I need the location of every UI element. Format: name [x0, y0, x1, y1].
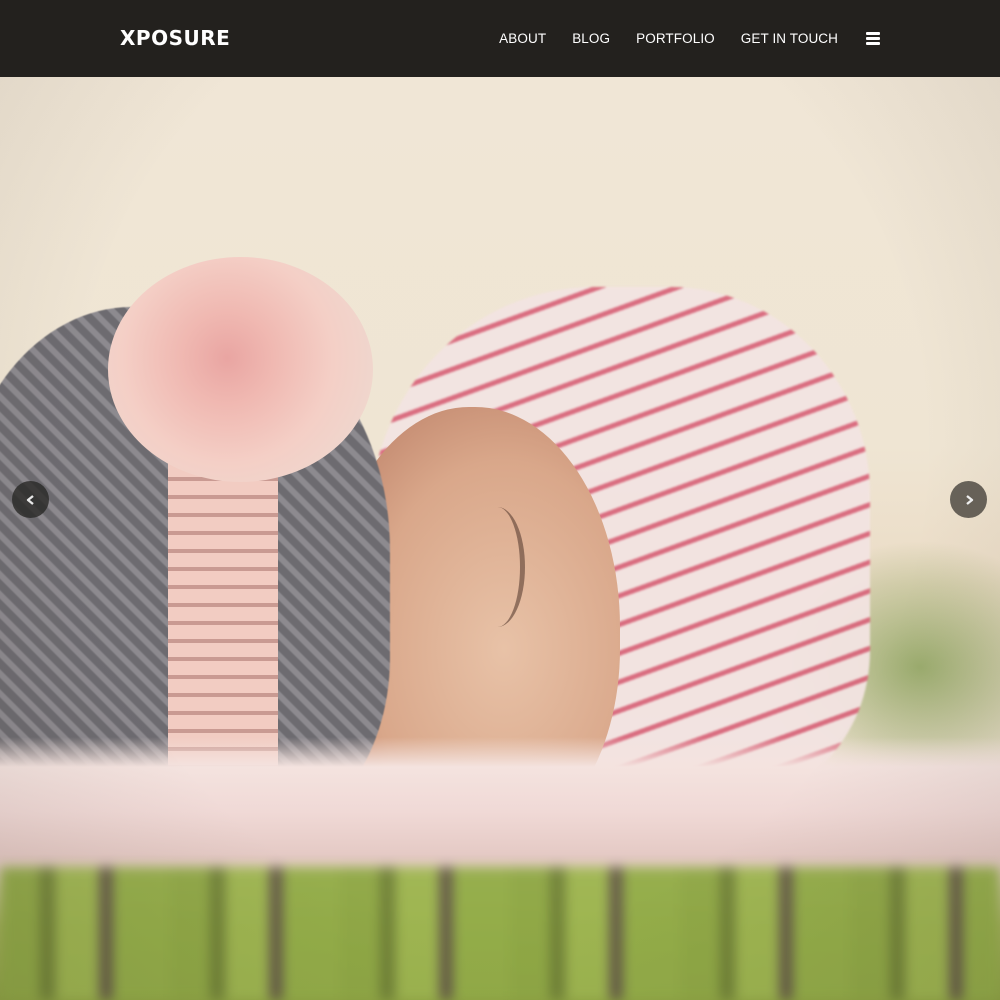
slider-prev-button[interactable] [12, 481, 49, 518]
slider-next-button[interactable] [950, 481, 987, 518]
nav-get-in-touch[interactable]: GET IN TOUCH [741, 31, 838, 46]
hero-slider-image [0, 77, 1000, 1000]
nav-about[interactable]: ABOUT [499, 31, 546, 46]
hamburger-menu-icon[interactable] [866, 32, 880, 45]
closed-eye [470, 507, 525, 627]
menu-bar [866, 32, 880, 35]
nav-blog[interactable]: BLOG [572, 31, 610, 46]
site-logo[interactable]: XPOSURE [120, 26, 230, 50]
blanket [0, 737, 1000, 887]
menu-bar [866, 37, 880, 40]
nav-portfolio[interactable]: PORTFOLIO [636, 31, 715, 46]
crochet-flower [108, 257, 373, 482]
chevron-left-icon [26, 494, 34, 505]
site-header: XPOSURE ABOUT BLOG PORTFOLIO GET IN TOUC… [0, 0, 1000, 77]
menu-bar [866, 42, 880, 45]
grass-foreground [0, 867, 1000, 1000]
chevron-right-icon [965, 494, 973, 505]
main-nav: ABOUT BLOG PORTFOLIO GET IN TOUCH [473, 31, 880, 46]
